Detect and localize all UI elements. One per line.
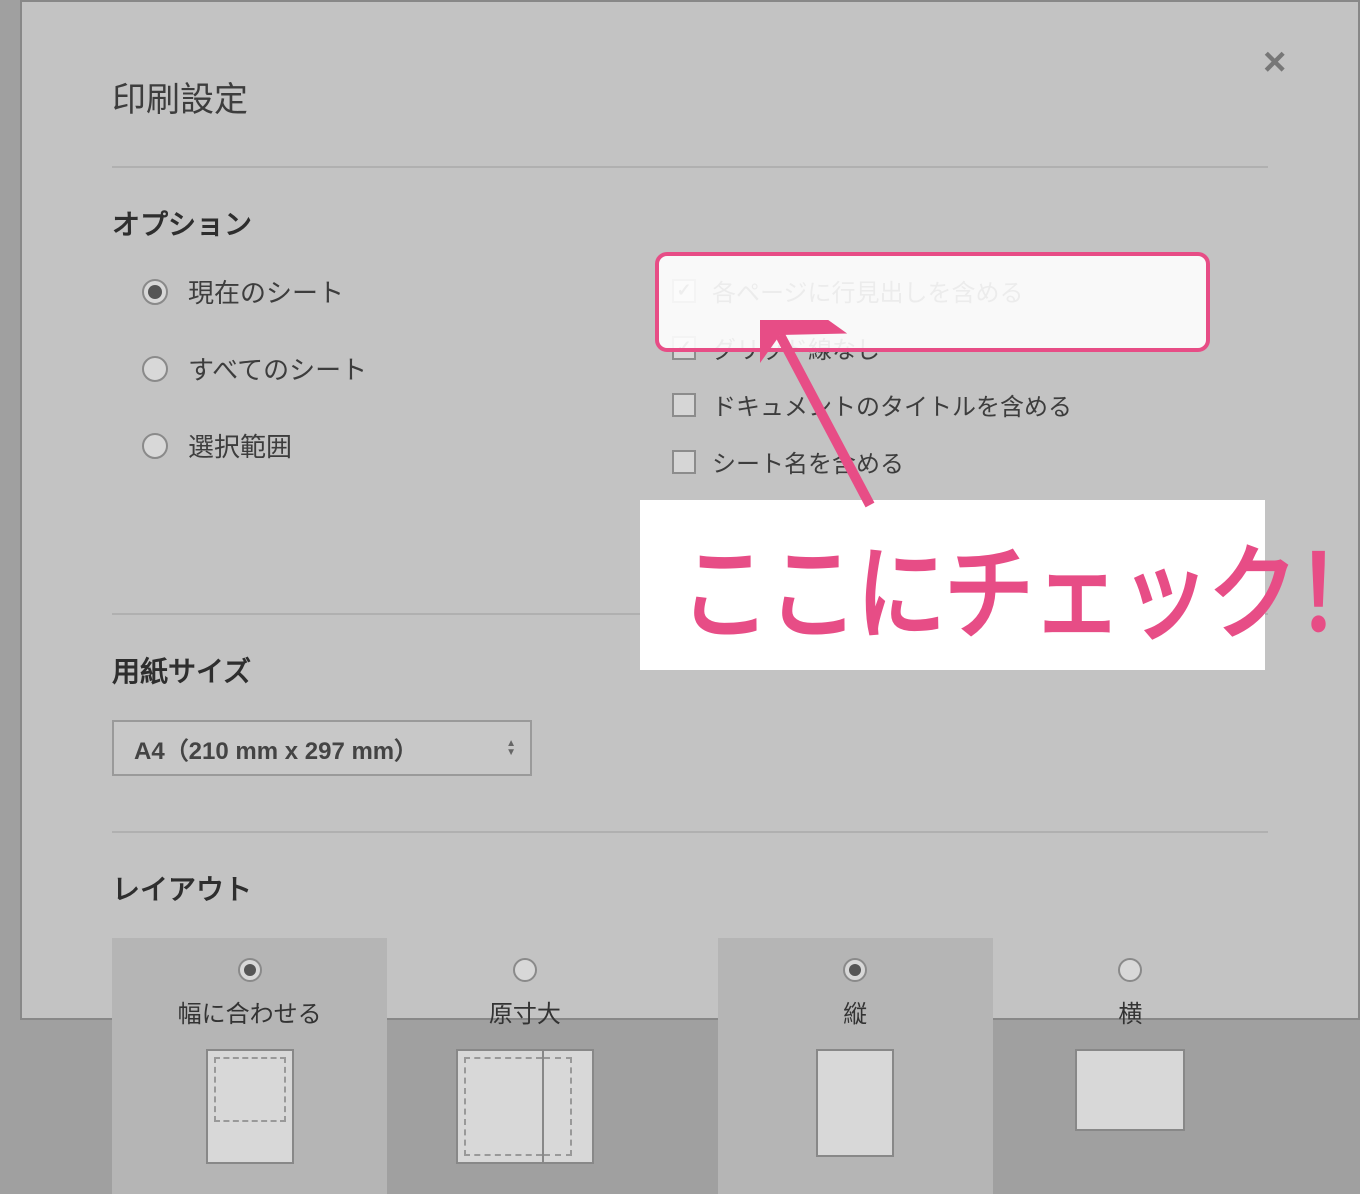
options-heading: オプション [112,203,1268,243]
check-sheet-name[interactable]: シート名を含める [672,444,1268,479]
options-radio-group: 現在のシート すべてのシート 選択範囲 [112,273,672,558]
layout-landscape[interactable]: 横 [993,938,1268,1194]
check-no-gridlines[interactable]: グリッド線なし [672,330,1268,365]
radio-label: すべてのシート [188,350,367,387]
radio-label: 現在のシート [188,273,344,310]
dialog-title: 印刷設定 [112,72,1268,121]
options-check-group: 各ページに行見出しを含める グリッド線なし ドキュメントのタイトルを含める シー… [672,273,1268,558]
page-illustration-icon [387,1049,662,1164]
radio-icon [843,958,867,982]
checkbox-icon [672,279,696,303]
layout-label: 横 [993,994,1268,1029]
checkbox-icon [672,393,696,417]
radio-label: 選択範囲 [188,427,292,464]
check-label: 各ページに行見出しを含める [712,273,1024,308]
radio-all-sheets[interactable]: すべてのシート [142,350,672,387]
paper-size-heading: 用紙サイズ [112,650,1268,690]
paper-size-value: A4（210 mm x 297 mm） [134,731,418,766]
check-doc-title[interactable]: ドキュメントのタイトルを含める [672,387,1268,422]
radio-icon [1118,958,1142,982]
divider [112,831,1268,833]
print-settings-dialog: × 印刷設定 オプション 現在のシート すべてのシート 選択範囲 各ページに行見… [20,0,1360,1020]
check-label: ページ番号を含める [712,501,928,536]
layout-portrait[interactable]: 縦 [718,938,993,1194]
radio-current-sheet[interactable]: 現在のシート [142,273,672,310]
close-icon: × [1263,40,1286,84]
check-row-headers[interactable]: 各ページに行見出しを含める [672,273,1268,308]
layout-actual-size[interactable]: 原寸大 [387,938,662,1194]
radio-icon [142,356,168,382]
close-button[interactable]: × [1263,42,1303,82]
radio-selection[interactable]: 選択範囲 [142,427,672,464]
layout-label: 幅に合わせる [112,994,387,1029]
check-label: シート名を含める [712,444,904,479]
check-page-number[interactable]: ページ番号を含める [672,501,1268,536]
layout-options: 幅に合わせる 原寸大 縦 横 [112,938,1268,1194]
layout-label: 縦 [718,994,993,1029]
divider [112,613,1268,615]
radio-icon [513,958,537,982]
checkbox-icon [672,507,696,531]
select-stepper-icon: ▲▼ [506,741,516,756]
layout-label: 原寸大 [387,994,662,1029]
checkbox-icon [672,450,696,474]
page-illustration-icon [718,1049,993,1157]
page-illustration-icon [112,1049,387,1164]
layout-fit-width[interactable]: 幅に合わせる [112,938,387,1194]
paper-size-select[interactable]: A4（210 mm x 297 mm） ▲▼ [112,720,532,776]
check-label: ドキュメントのタイトルを含める [712,387,1072,422]
radio-icon [142,279,168,305]
radio-icon [238,958,262,982]
layout-heading: レイアウト [112,868,1268,908]
divider [112,166,1268,168]
check-label: グリッド線なし [712,330,880,365]
checkbox-icon [672,336,696,360]
page-illustration-icon [993,1049,1268,1131]
radio-icon [142,433,168,459]
options-row: 現在のシート すべてのシート 選択範囲 各ページに行見出しを含める グリッド線な… [112,273,1268,558]
